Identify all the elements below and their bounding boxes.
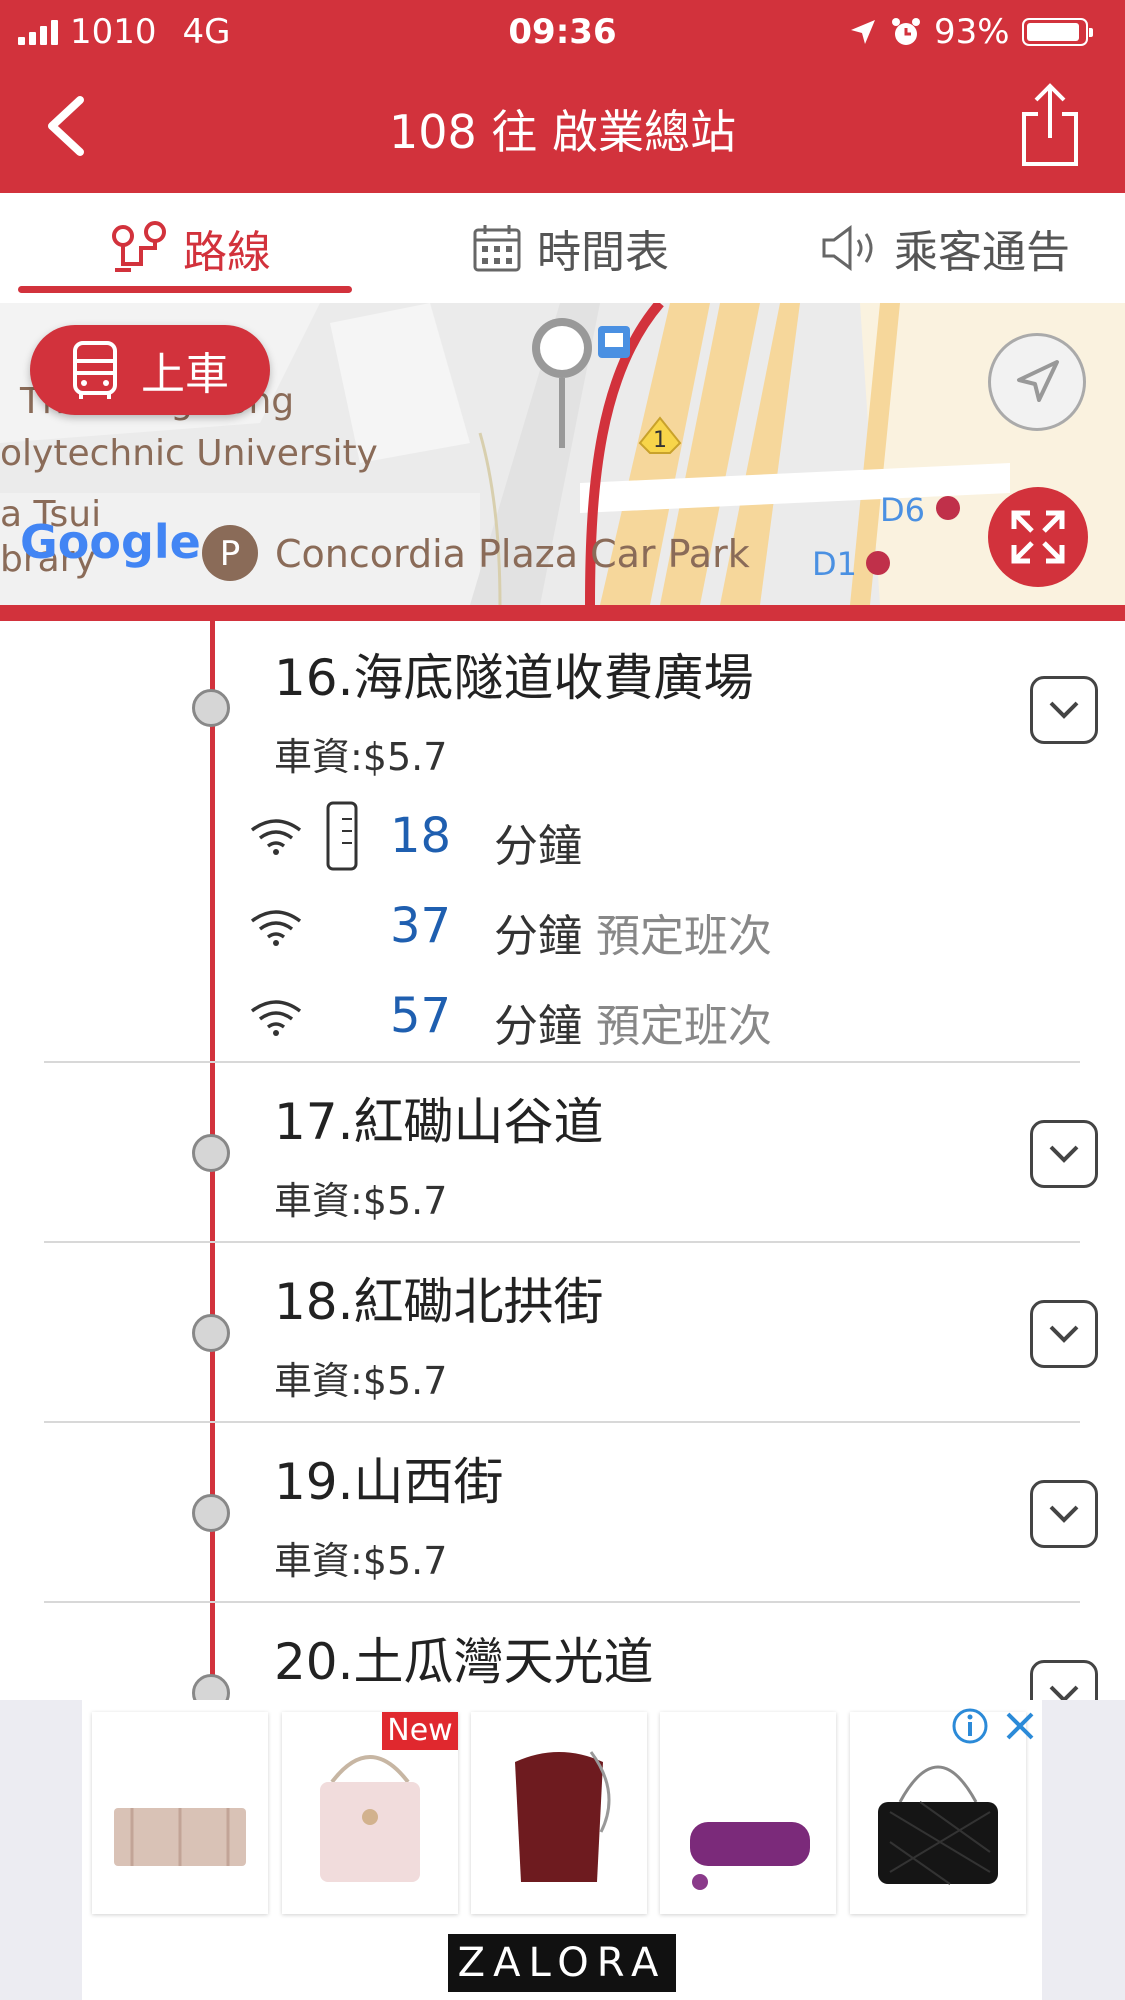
expand-stop-button[interactable] (1030, 1120, 1098, 1188)
bus-icon (73, 341, 117, 399)
eta-unit: 分鐘 (494, 821, 582, 872)
stop-marker (192, 689, 230, 727)
divider (44, 1601, 1080, 1603)
map-label-poly-2: olytechnic University (0, 433, 378, 474)
stop-fare: 車資:$5.7 (274, 735, 448, 779)
ad-product-pouch[interactable] (471, 1712, 647, 1914)
wifi-icon (250, 1000, 302, 1036)
page-title: 108 往 啟業總站 (388, 105, 737, 159)
pencil-case-image (690, 1822, 810, 1890)
board-bus-button[interactable]: 上車 (30, 325, 270, 415)
active-tab-indicator (18, 286, 352, 293)
eta-minutes: 57 (390, 988, 452, 1044)
stop-name: 16.海底隧道收費廣場 (274, 649, 754, 707)
stop-marker (192, 1314, 230, 1352)
ad-product-wallet[interactable] (92, 1712, 268, 1914)
eta-row (248, 892, 304, 962)
wallet-image (114, 1808, 246, 1866)
expand-stop-button[interactable] (1030, 1480, 1098, 1548)
divider (44, 1421, 1080, 1423)
new-badge: New (382, 1712, 458, 1750)
info-icon (952, 1708, 988, 1744)
location-arrow-icon (851, 20, 875, 44)
divider (44, 1241, 1080, 1243)
google-logo: Google (20, 515, 201, 569)
stop-name[interactable]: 18.紅磡北拱街 (274, 1262, 604, 1334)
share-button[interactable] (1010, 80, 1090, 170)
stop-marker (192, 1494, 230, 1532)
route-icon (112, 221, 166, 272)
pouch-image (515, 1751, 611, 1882)
tab-route-label: 路線 (183, 227, 271, 278)
ad-info-button[interactable] (950, 1706, 990, 1746)
battery-percent: 93% (934, 12, 1010, 52)
map-label-parking: Concordia Plaza Car Park (275, 532, 750, 576)
expand-map-button[interactable] (988, 487, 1088, 587)
my-location-button[interactable] (988, 333, 1086, 431)
eta-unit: 分鐘 (494, 911, 582, 962)
stop-fare: 車資:$5.7 (274, 1179, 448, 1223)
wifi-icon (250, 819, 302, 855)
tab-notices[interactable]: 乘客通告 (800, 193, 1090, 303)
status-right: 93% (848, 8, 1093, 56)
eta-row (248, 801, 362, 871)
eta-minutes: 37 (390, 898, 452, 954)
expand-stop-button[interactable] (1030, 1300, 1098, 1368)
map-bottom-bar (0, 605, 1125, 621)
alarm-icon (892, 18, 920, 45)
app-header: 1010 4G 09:36 93% 108 往 啟業總站 (0, 0, 1125, 193)
stop-name[interactable]: 17.紅磡山谷道 (274, 1082, 604, 1154)
ad-close-button[interactable] (1000, 1706, 1040, 1746)
close-icon (1006, 1712, 1034, 1740)
eta-unit: 分鐘 (494, 1001, 582, 1052)
board-bus-label: 上車 (141, 349, 229, 400)
tab-timetable[interactable]: 時間表 (440, 193, 700, 303)
map-label-d1: D1 (812, 545, 857, 583)
navigation-arrow-icon (1017, 360, 1059, 402)
eta-note: 預定班次 (596, 1001, 772, 1052)
parking-icon: P (220, 534, 241, 574)
expand-icon (1011, 510, 1065, 564)
eta-row (248, 982, 304, 1052)
divider (44, 1061, 1080, 1063)
map-label-d6: D6 (880, 491, 925, 529)
chevron-down-icon (1049, 1325, 1079, 1343)
chevron-down-icon (1049, 1145, 1079, 1163)
expand-stop-button[interactable] (1030, 676, 1098, 744)
battery-icon (1021, 18, 1093, 46)
tab-timetable-label: 時間表 (537, 227, 669, 278)
speaker-icon (822, 225, 873, 271)
stop-name[interactable]: 19.山西街 (274, 1442, 504, 1514)
phone-icon (326, 801, 358, 871)
chevron-down-icon (1049, 1505, 1079, 1523)
calendar-icon (473, 225, 521, 272)
share-icon (1022, 83, 1078, 166)
eta-note: 預定班次 (596, 911, 772, 962)
stop-name[interactable]: 20.土瓜灣天光道 (274, 1622, 654, 1694)
chevron-down-icon (1049, 701, 1079, 719)
stop-fare: 車資:$5.7 (274, 1359, 448, 1403)
stop-marker (192, 1134, 230, 1172)
tab-notices-label: 乘客通告 (894, 227, 1070, 278)
route-number-marker: 1 (653, 428, 667, 453)
ad-product-pencil-case[interactable] (660, 1712, 836, 1914)
ad-brand-logo: ZALORA (448, 1934, 676, 1992)
wifi-icon (250, 910, 302, 946)
eta-minutes: 18 (390, 808, 452, 864)
stop-fare: 車資:$5.7 (274, 1539, 448, 1583)
